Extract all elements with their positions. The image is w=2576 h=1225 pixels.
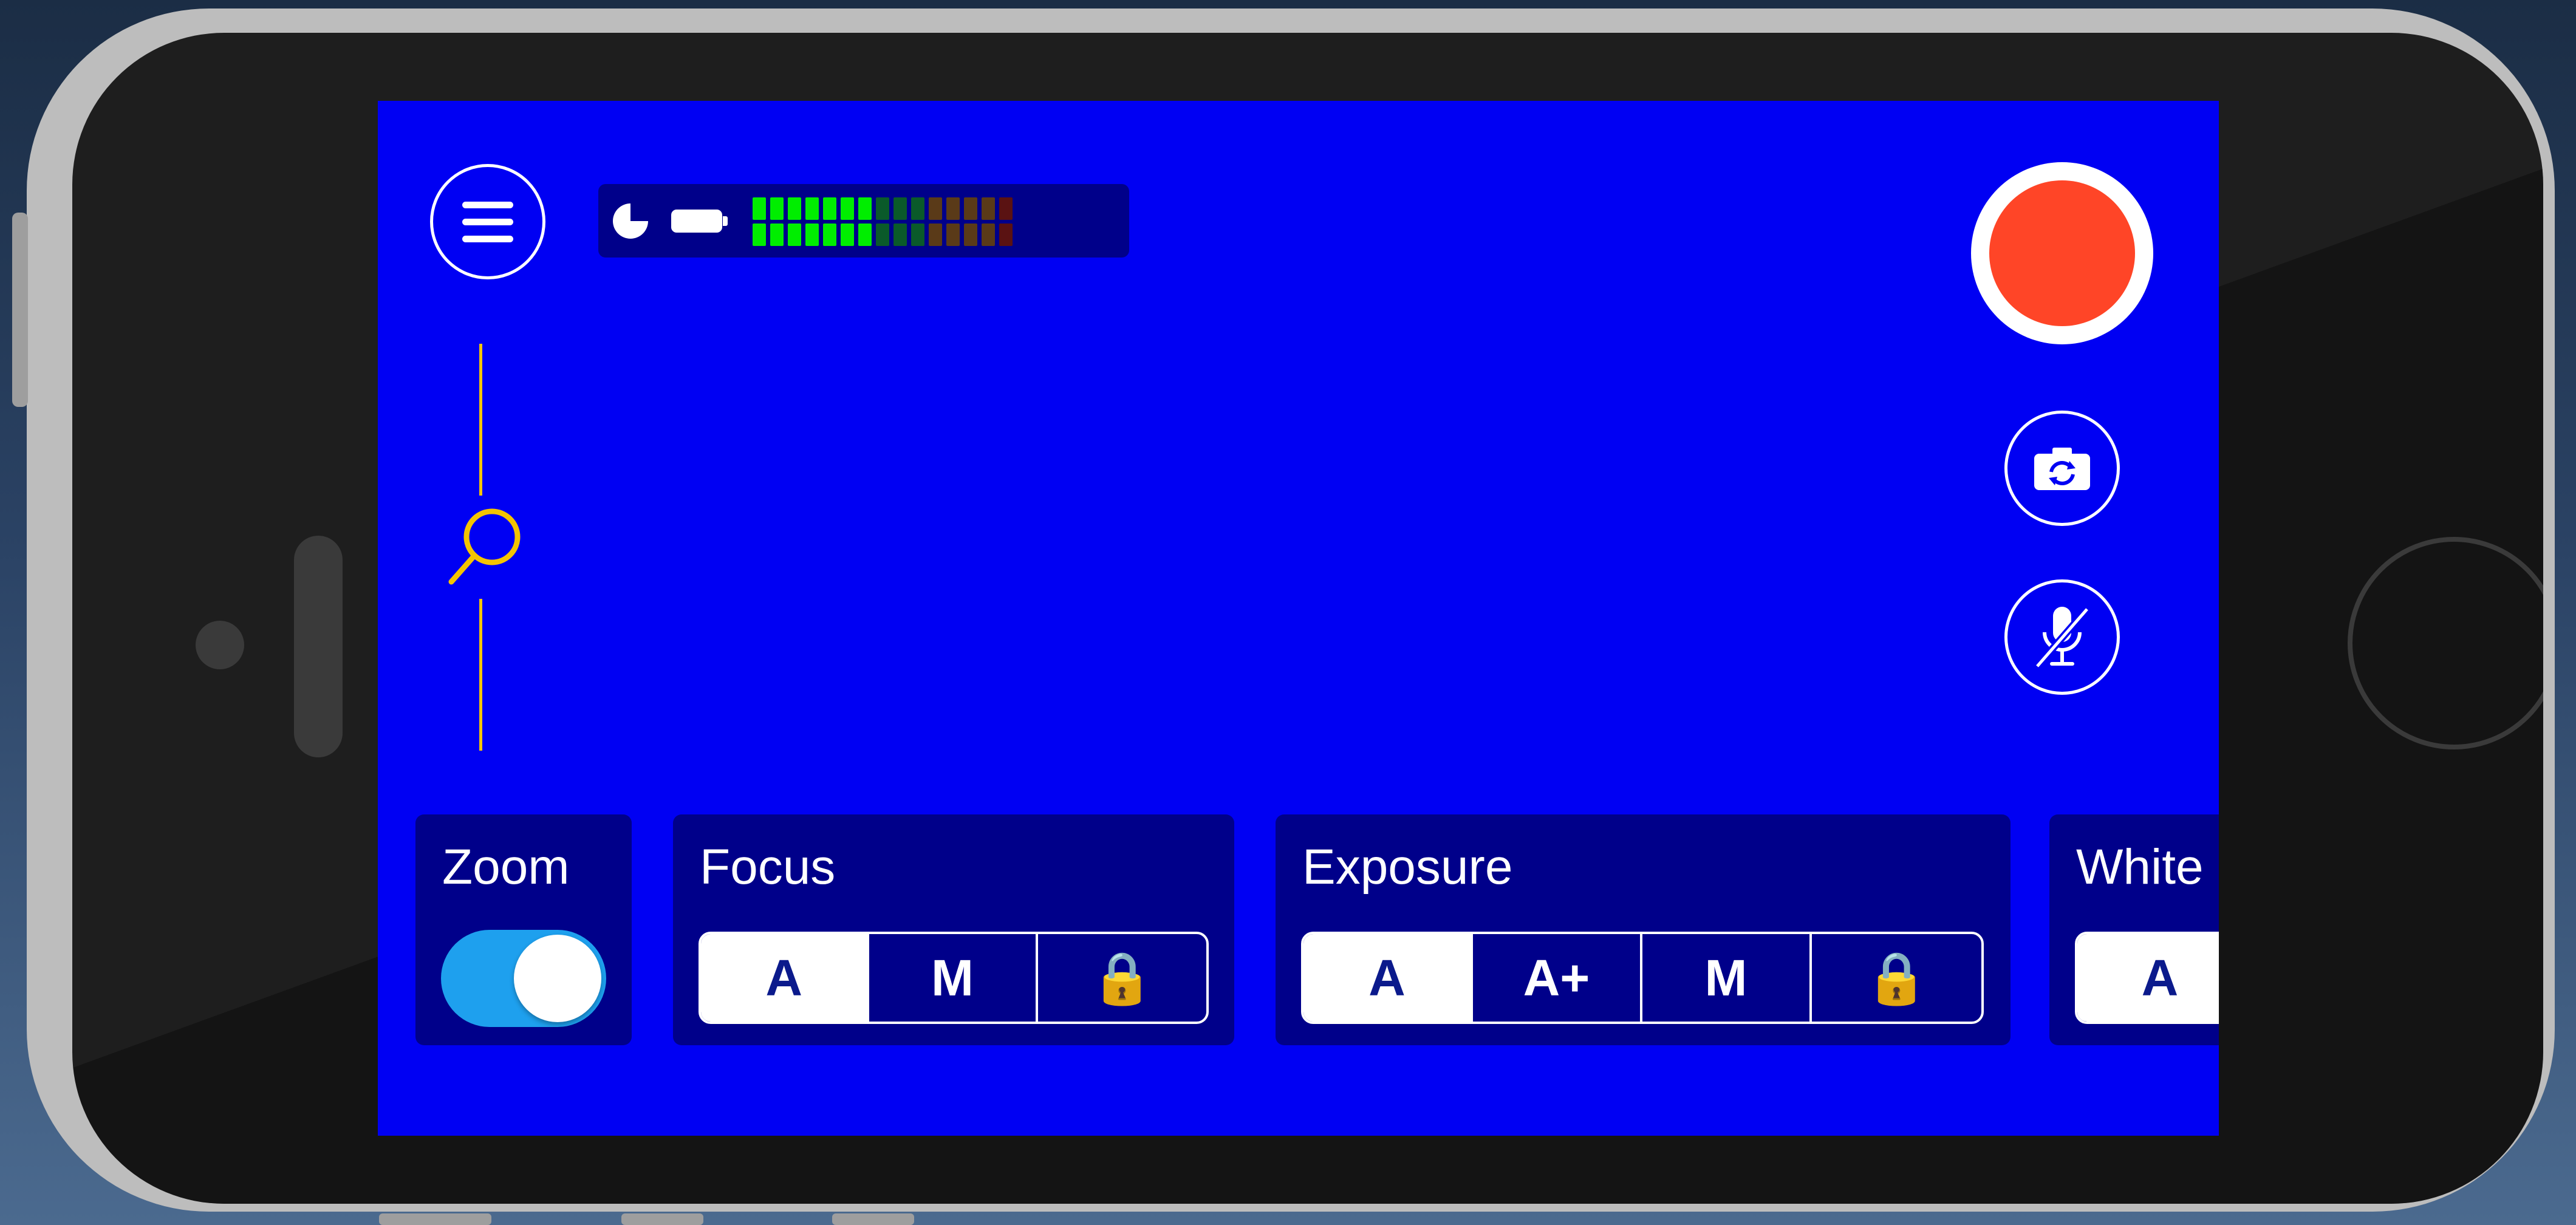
record-indicator	[1989, 180, 2135, 326]
meter-segment	[893, 224, 907, 246]
meter-segment	[770, 224, 784, 246]
exposure-panel: Exposure A A+ M 🔒	[1276, 814, 2011, 1045]
exposure-auto-plus-option[interactable]: A+	[1473, 934, 1642, 1022]
meter-segment	[753, 224, 766, 246]
zoom-panel: Zoom	[415, 814, 632, 1045]
meter-segment	[999, 197, 1013, 220]
camera-rotate-icon	[2034, 448, 2090, 490]
zoom-slider-track-bottom	[479, 599, 482, 751]
zoom-toggle-knob	[514, 935, 601, 1022]
magnifier-icon[interactable]	[444, 500, 529, 592]
meter-segment	[946, 224, 960, 246]
white-balance-label: White	[2076, 839, 2204, 895]
speaker-grille	[294, 536, 343, 757]
white-balance-auto-option[interactable]: A	[2077, 934, 2219, 1022]
meter-segment	[946, 197, 960, 220]
switch-camera-button[interactable]	[2004, 411, 2120, 526]
focus-mode-selector: A M 🔒	[699, 932, 1209, 1024]
meter-segment	[841, 224, 854, 246]
menu-button[interactable]	[430, 164, 545, 279]
meter-segment	[788, 197, 801, 220]
meter-segment	[770, 197, 784, 220]
bottom-button-right	[832, 1213, 914, 1225]
exposure-auto-option[interactable]: A	[1303, 934, 1473, 1022]
meter-segment	[753, 197, 766, 220]
exposure-mode-selector: A A+ M 🔒	[1301, 932, 1984, 1024]
focus-manual-option[interactable]: M	[869, 934, 1038, 1022]
microphone-muted-icon	[2034, 607, 2090, 669]
meter-segment	[858, 197, 872, 220]
meter-segment	[858, 224, 872, 246]
battery-icon	[671, 210, 728, 233]
meter-segment	[929, 224, 942, 246]
front-camera	[196, 621, 244, 669]
focus-label: Focus	[700, 839, 836, 895]
focus-lock-icon[interactable]: 🔒	[1038, 934, 1206, 1022]
meter-segment	[911, 224, 924, 246]
meter-segment	[964, 224, 977, 246]
meter-segment	[982, 197, 995, 220]
exposure-lock-icon[interactable]: 🔒	[1812, 934, 1981, 1022]
zoom-label: Zoom	[442, 839, 570, 895]
camera-screen: Zoom Focus A M 🔒 Exposure A A+ M 🔒 White…	[378, 101, 2219, 1136]
zoom-slider-track-top	[479, 344, 482, 496]
meter-segment	[823, 197, 836, 220]
meter-segment	[982, 224, 995, 246]
meter-segment	[999, 224, 1013, 246]
side-volume-button	[12, 213, 28, 407]
microphone-button[interactable]	[2004, 579, 2120, 695]
white-balance-mode-selector: A	[2075, 932, 2219, 1024]
bottom-button-left	[379, 1213, 491, 1225]
exposure-manual-option[interactable]: M	[1642, 934, 1812, 1022]
meter-segment	[841, 197, 854, 220]
hamburger-menu-icon	[462, 201, 513, 208]
audio-level-meter	[753, 197, 1013, 246]
meter-segment	[876, 197, 889, 220]
record-button[interactable]	[1971, 162, 2153, 344]
focus-auto-option[interactable]: A	[701, 934, 870, 1022]
focus-panel: Focus A M 🔒	[673, 814, 1234, 1045]
meter-segment	[805, 197, 819, 220]
meter-segment	[929, 197, 942, 220]
bottom-button-middle	[621, 1213, 703, 1225]
status-panel	[598, 184, 1129, 258]
meter-segment	[911, 197, 924, 220]
zoom-toggle[interactable]	[441, 930, 606, 1027]
white-balance-panel: White A	[2049, 814, 2219, 1045]
meter-segment	[805, 224, 819, 246]
meter-segment	[788, 224, 801, 246]
meter-segment	[893, 197, 907, 220]
meter-segment	[823, 224, 836, 246]
meter-segment	[876, 224, 889, 246]
pie-storage-icon	[613, 203, 648, 239]
zoom-slider[interactable]	[444, 344, 529, 757]
meter-segment	[964, 197, 977, 220]
exposure-label: Exposure	[1302, 839, 1513, 895]
